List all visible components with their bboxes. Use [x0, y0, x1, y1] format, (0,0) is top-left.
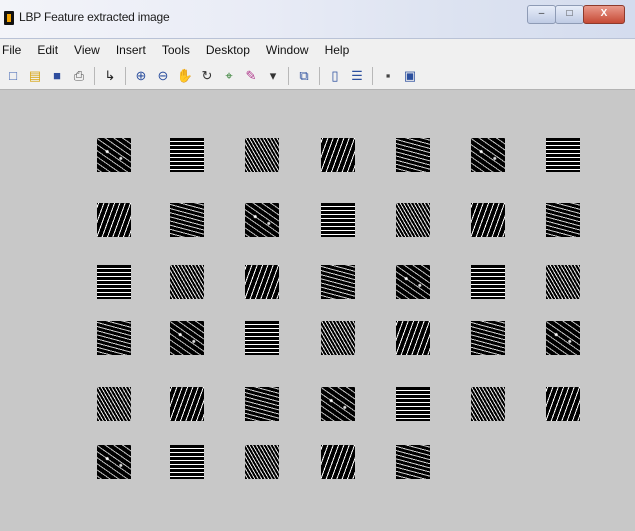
insert-legend-icon[interactable]: ☰: [348, 67, 366, 85]
menu-file[interactable]: File: [0, 39, 29, 62]
lbp-feature-image: [471, 265, 505, 299]
lbp-feature-image: [546, 321, 580, 355]
link-plot-icon[interactable]: ⧉: [295, 67, 313, 85]
lbp-feature-image: [245, 265, 279, 299]
lbp-feature-image: [97, 445, 131, 479]
menu-edit[interactable]: Edit: [29, 39, 66, 62]
close-button[interactable]: X: [583, 5, 625, 24]
lbp-feature-image: [97, 265, 131, 299]
zoom-in-icon[interactable]: ⊕: [132, 67, 150, 85]
toolbar-separator: [319, 66, 320, 85]
lbp-feature-image: [321, 321, 355, 355]
lbp-feature-image: [396, 445, 430, 479]
hide-plot-tools-icon[interactable]: ▪: [379, 67, 397, 85]
lbp-feature-image: [245, 203, 279, 237]
window-title: LBP Feature extracted image: [19, 10, 170, 24]
lbp-feature-image: [471, 138, 505, 172]
toolbar-separator: [125, 66, 126, 85]
zoom-out-icon[interactable]: ⊖: [154, 67, 172, 85]
lbp-feature-image: [245, 445, 279, 479]
lbp-feature-image: [245, 138, 279, 172]
lbp-feature-image: [170, 265, 204, 299]
lbp-feature-image: [321, 138, 355, 172]
edit-plot-arrow-icon[interactable]: ↳: [101, 67, 119, 85]
lbp-feature-image: [97, 321, 131, 355]
maximize-button[interactable]: □: [555, 5, 584, 24]
menu-bar: File Edit View Insert Tools Desktop Wind…: [0, 39, 635, 62]
lbp-feature-image: [170, 387, 204, 421]
insert-colorbar-icon[interactable]: ▯: [326, 67, 344, 85]
lbp-feature-image: [321, 265, 355, 299]
menu-tools[interactable]: Tools: [154, 39, 198, 62]
lbp-feature-image: [396, 138, 430, 172]
lbp-feature-image: [546, 387, 580, 421]
toolbar-separator: [94, 66, 95, 85]
lbp-feature-image: [170, 321, 204, 355]
lbp-feature-image: [170, 203, 204, 237]
lbp-feature-image: [97, 203, 131, 237]
menu-window[interactable]: Window: [258, 39, 317, 62]
lbp-feature-image: [245, 387, 279, 421]
figure-toolbar: □ ▤ ■ ⎙ ↳ ⊕ ⊖ ✋ ↻ ⌖ ✎ ▾ ⧉ ▯ ☰ ▪ ▣: [0, 62, 635, 90]
lbp-feature-image: [396, 387, 430, 421]
lbp-feature-image: [321, 387, 355, 421]
lbp-feature-image: [245, 321, 279, 355]
new-figure-icon[interactable]: □: [4, 67, 22, 85]
pan-hand-icon[interactable]: ✋: [176, 67, 194, 85]
brush-dropdown-icon[interactable]: ▾: [264, 67, 282, 85]
window-controls: – □ X: [527, 5, 625, 24]
menu-view[interactable]: View: [66, 39, 108, 62]
lbp-feature-image: [321, 445, 355, 479]
menu-desktop[interactable]: Desktop: [198, 39, 258, 62]
lbp-feature-image: [471, 387, 505, 421]
lbp-feature-image: [471, 203, 505, 237]
lbp-feature-image: [546, 203, 580, 237]
lbp-feature-image: [321, 203, 355, 237]
menu-insert[interactable]: Insert: [108, 39, 154, 62]
menu-help[interactable]: Help: [317, 39, 358, 62]
lbp-feature-image: [396, 265, 430, 299]
minimize-button[interactable]: –: [527, 5, 556, 24]
data-cursor-icon[interactable]: ⌖: [220, 67, 238, 85]
brush-icon[interactable]: ✎: [242, 67, 260, 85]
lbp-feature-image: [396, 203, 430, 237]
toolbar-separator: [288, 66, 289, 85]
lbp-feature-image: [97, 387, 131, 421]
save-icon[interactable]: ■: [48, 67, 66, 85]
lbp-feature-image: [97, 138, 131, 172]
lbp-feature-image: [546, 265, 580, 299]
lbp-feature-image: [396, 321, 430, 355]
show-plot-tools-icon[interactable]: ▣: [401, 67, 419, 85]
rotate-3d-icon[interactable]: ↻: [198, 67, 216, 85]
toolbar-separator: [372, 66, 373, 85]
figure-canvas[interactable]: [0, 90, 635, 531]
lbp-feature-image: [170, 138, 204, 172]
print-icon[interactable]: ⎙: [70, 67, 88, 85]
lbp-feature-image: [170, 445, 204, 479]
lbp-feature-image: [546, 138, 580, 172]
matlab-figure-icon: [4, 11, 14, 25]
open-file-icon[interactable]: ▤: [26, 67, 44, 85]
title-bar[interactable]: LBP Feature extracted image – □ X: [0, 0, 635, 39]
lbp-feature-image: [471, 321, 505, 355]
